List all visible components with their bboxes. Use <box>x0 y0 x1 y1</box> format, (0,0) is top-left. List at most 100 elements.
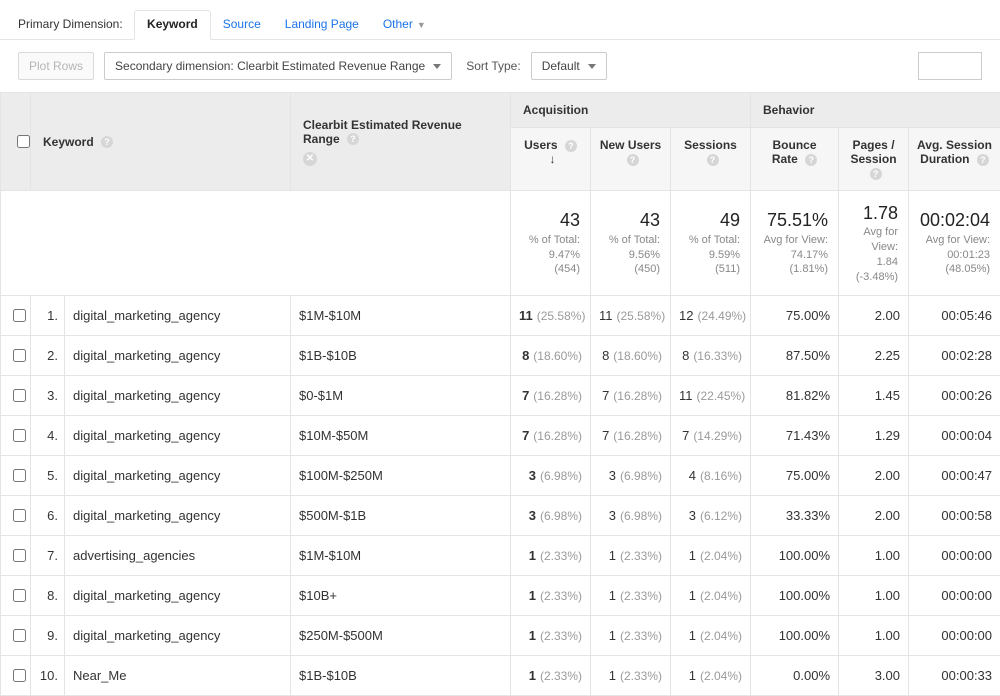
keyword-column-header[interactable]: Keyword ? <box>31 93 291 191</box>
keyword-link[interactable]: advertising_agencies <box>65 535 291 575</box>
users-cell: 1(2.33%) <box>511 615 591 655</box>
help-icon[interactable]: ? <box>101 136 113 148</box>
help-icon[interactable]: ? <box>347 133 359 145</box>
row-checkbox-cell <box>1 375 31 415</box>
revenue-range: $10B+ <box>291 575 511 615</box>
sessions-cell: 8(16.33%) <box>671 335 751 375</box>
table-row: 6.digital_marketing_agency$500M-$1B3(6.9… <box>1 495 1000 535</box>
pages-session-cell: 1.29 <box>839 415 909 455</box>
primary-dimension-tab-other[interactable]: Other▼ <box>371 11 438 39</box>
row-index: 1. <box>31 295 65 335</box>
keyword-link[interactable]: digital_marketing_agency <box>65 575 291 615</box>
primary-dimension-tab-keyword[interactable]: Keyword <box>134 10 211 40</box>
row-checkbox[interactable] <box>13 549 26 562</box>
duration-cell: 00:00:04 <box>909 415 1000 455</box>
revenue-range: $0-$1M <box>291 375 511 415</box>
sessions-cell: 1(2.04%) <box>671 655 751 695</box>
row-checkbox-cell <box>1 415 31 455</box>
keyword-link[interactable]: digital_marketing_agency <box>65 295 291 335</box>
row-checkbox-cell <box>1 455 31 495</box>
search-input[interactable] <box>918 52 982 80</box>
revenue-range: $500M-$1B <box>291 495 511 535</box>
primary-dimension-tab-source[interactable]: Source <box>211 11 273 39</box>
summary-bounce: 75.51% Avg for View: 74.17% (1.81%) <box>751 191 839 296</box>
select-all-checkbox[interactable] <box>17 135 30 148</box>
help-icon[interactable]: ? <box>707 154 719 166</box>
pages-session-cell: 2.00 <box>839 295 909 335</box>
select-all-header <box>1 93 31 191</box>
newusers-column-header[interactable]: New Users ? <box>591 128 671 191</box>
keyword-link[interactable]: digital_marketing_agency <box>65 335 291 375</box>
row-checkbox[interactable] <box>13 669 26 682</box>
table-row: 7.advertising_agencies$1M-$10M1(2.33%)1(… <box>1 535 1000 575</box>
revenue-range: $1M-$10M <box>291 535 511 575</box>
help-icon[interactable]: ? <box>565 140 577 152</box>
revenue-range: $1B-$10B <box>291 335 511 375</box>
keyword-link[interactable]: Near_Me <box>65 655 291 695</box>
help-icon[interactable]: ? <box>627 154 639 166</box>
table-row: 4.digital_marketing_agency$10M-$50M7(16.… <box>1 415 1000 455</box>
row-checkbox-cell <box>1 535 31 575</box>
table-row: 2.digital_marketing_agency$1B-$10B8(18.6… <box>1 335 1000 375</box>
duration-cell: 00:00:33 <box>909 655 1000 695</box>
row-checkbox[interactable] <box>13 429 26 442</box>
users-column-header[interactable]: Users ? ↓ <box>511 128 591 191</box>
row-index: 6. <box>31 495 65 535</box>
keyword-link[interactable]: digital_marketing_agency <box>65 415 291 455</box>
table-row: 3.digital_marketing_agency$0-$1M7(16.28%… <box>1 375 1000 415</box>
row-checkbox[interactable] <box>13 589 26 602</box>
duration-cell: 00:00:47 <box>909 455 1000 495</box>
row-checkbox-cell <box>1 335 31 375</box>
sessions-cell: 3(6.12%) <box>671 495 751 535</box>
row-index: 8. <box>31 575 65 615</box>
row-checkbox-cell <box>1 495 31 535</box>
newusers-cell: 8(18.60%) <box>591 335 671 375</box>
behavior-group-header: Behavior <box>751 93 1000 128</box>
duration-cell: 00:02:28 <box>909 335 1000 375</box>
row-checkbox[interactable] <box>13 389 26 402</box>
row-checkbox[interactable] <box>13 349 26 362</box>
remove-secondary-dimension-icon[interactable]: ✕ <box>303 152 317 166</box>
summary-users: 43 % of Total: 9.47% (454) <box>511 191 591 296</box>
revenue-column-header[interactable]: Clearbit Estimated Revenue Range ? ✕ <box>291 93 511 191</box>
help-icon[interactable]: ? <box>870 168 882 180</box>
pages-session-cell: 3.00 <box>839 655 909 695</box>
row-checkbox[interactable] <box>13 629 26 642</box>
avg-duration-column-header[interactable]: Avg. Session Duration ? <box>909 128 1000 191</box>
keyword-link[interactable]: digital_marketing_agency <box>65 455 291 495</box>
revenue-range: $100M-$250M <box>291 455 511 495</box>
primary-dimension-bar: Primary Dimension: KeywordSourceLanding … <box>0 0 1000 40</box>
sessions-cell: 7(14.29%) <box>671 415 751 455</box>
summary-row: 43 % of Total: 9.47% (454) 43 % of Total… <box>1 191 1000 296</box>
keyword-link[interactable]: digital_marketing_agency <box>65 615 291 655</box>
sessions-column-header[interactable]: Sessions ? <box>671 128 751 191</box>
help-icon[interactable]: ? <box>977 154 989 166</box>
sort-descending-icon: ↓ <box>550 152 556 166</box>
duration-cell: 00:00:58 <box>909 495 1000 535</box>
row-checkbox[interactable] <box>13 509 26 522</box>
summary-sessions: 49 % of Total: 9.59% (511) <box>671 191 751 296</box>
table-row: 8.digital_marketing_agency$10B+1(2.33%)1… <box>1 575 1000 615</box>
sort-type-dropdown[interactable]: Default <box>531 52 607 80</box>
keyword-link[interactable]: digital_marketing_agency <box>65 495 291 535</box>
help-icon[interactable]: ? <box>805 154 817 166</box>
row-index: 5. <box>31 455 65 495</box>
revenue-range: $250M-$500M <box>291 615 511 655</box>
bounce-column-header[interactable]: Bounce Rate ? <box>751 128 839 191</box>
revenue-range: $10M-$50M <box>291 415 511 455</box>
pages-session-column-header[interactable]: Pages / Session ? <box>839 128 909 191</box>
sort-type-value: Default <box>542 59 580 73</box>
pages-session-cell: 2.25 <box>839 335 909 375</box>
users-cell: 11(25.58%) <box>511 295 591 335</box>
sessions-cell: 11(22.45%) <box>671 375 751 415</box>
keyword-link[interactable]: digital_marketing_agency <box>65 375 291 415</box>
row-checkbox[interactable] <box>13 309 26 322</box>
row-checkbox[interactable] <box>13 469 26 482</box>
primary-dimension-tab-landing-page[interactable]: Landing Page <box>273 11 371 39</box>
bounce-cell: 33.33% <box>751 495 839 535</box>
acquisition-group-header: Acquisition <box>511 93 751 128</box>
duration-cell: 00:00:00 <box>909 575 1000 615</box>
secondary-dimension-dropdown[interactable]: Secondary dimension: Clearbit Estimated … <box>104 52 452 80</box>
sessions-cell: 1(2.04%) <box>671 535 751 575</box>
bounce-cell: 75.00% <box>751 295 839 335</box>
